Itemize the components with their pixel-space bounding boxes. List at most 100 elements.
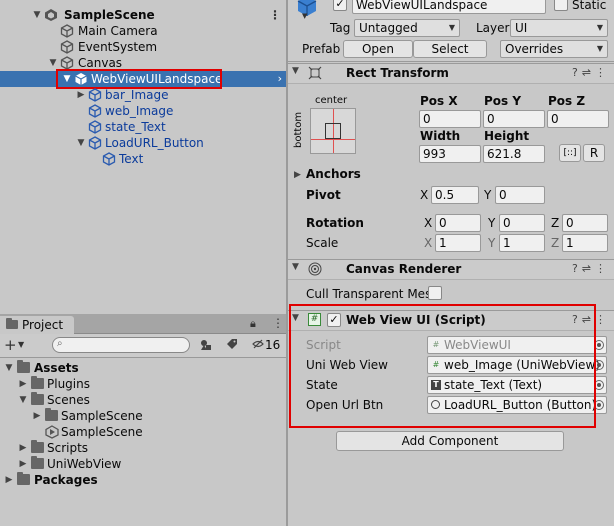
scale-y-label: Y <box>488 236 496 250</box>
scene-row[interactable]: ▼ SampleScene ⋮ <box>0 7 286 23</box>
width-field[interactable]: 993 <box>419 145 481 163</box>
prefab-select-button[interactable]: Select <box>413 40 487 58</box>
project-item-assets[interactable]: ▼ Assets <box>0 360 286 376</box>
expand-arrow-icon[interactable]: ▼ <box>18 392 28 408</box>
anchors-label[interactable]: Anchors <box>306 166 361 182</box>
panel-menu-icon[interactable]: ⋮ <box>272 316 284 330</box>
project-item-label: Scripts <box>47 441 89 455</box>
lock-icon[interactable]: 🔒︎ <box>250 317 256 331</box>
object-name-field[interactable]: WebViewUILandspace <box>352 0 546 14</box>
hierarchy-panel: ▼ SampleScene ⋮ Main Camera EventSystem … <box>0 0 286 312</box>
hidden-packages-icon[interactable] <box>252 338 264 350</box>
project-panel: Project 🔒︎ ⋮ + ▼ ⌕ 16 ▼ Assets ▶ Plugins… <box>0 314 286 526</box>
canvas-renderer-header[interactable]: ▼ Canvas Renderer ?⇌⋮ <box>288 259 614 280</box>
pivot-x-field[interactable]: 0.5 <box>431 186 479 204</box>
search-icon: ⌕ <box>57 338 63 349</box>
hierarchy-item-eventsystem[interactable]: EventSystem <box>0 39 286 55</box>
hierarchy-item-label: bar_Image <box>105 88 169 102</box>
collapse-arrow-icon[interactable]: ▶ <box>4 472 14 488</box>
rotation-label: Rotation <box>306 216 364 230</box>
tab-label: Project <box>22 318 64 332</box>
project-item-label: SampleScene <box>61 409 143 423</box>
component-header-icons[interactable]: ?⇌⋮ <box>572 262 610 275</box>
collapse-arrow-icon[interactable]: ▶ <box>18 456 28 472</box>
scale-z-field[interactable]: 1 <box>562 234 608 252</box>
plus-icon[interactable]: + <box>4 336 17 354</box>
scale-y-field[interactable]: 1 <box>499 234 545 252</box>
hierarchy-item-text[interactable]: Text <box>0 151 286 167</box>
label-tag-icon[interactable] <box>226 338 238 350</box>
highlight-box <box>289 304 596 428</box>
tab-project[interactable]: Project <box>0 316 74 334</box>
filter-by-type-icon[interactable] <box>200 339 212 351</box>
rot-z-field[interactable]: 0 <box>562 214 608 232</box>
scale-x-field[interactable]: 1 <box>435 234 481 252</box>
hierarchy-item-label: state_Text <box>105 120 166 134</box>
folder-icon <box>17 360 30 373</box>
hierarchy-item-label: EventSystem <box>78 40 158 54</box>
canvas-renderer-icon <box>308 262 322 276</box>
gameobject-icon <box>60 56 74 70</box>
hierarchy-item-label: Main Camera <box>78 24 158 38</box>
layer-dropdown[interactable]: UI ▼ <box>510 19 608 37</box>
prefab-open-button[interactable]: Open <box>343 40 413 58</box>
expand-arrow-icon[interactable]: ▼ <box>32 7 42 23</box>
rot-y-field[interactable]: 0 <box>499 214 545 232</box>
project-item-plugins[interactable]: ▶ Plugins <box>0 376 286 392</box>
hierarchy-item-web-image[interactable]: web_Image <box>0 103 286 119</box>
search-input[interactable]: ⌕ <box>52 337 190 353</box>
hidden-count: 16 <box>265 338 281 352</box>
component-header-icons[interactable]: ?⇌⋮ <box>572 66 610 79</box>
folder-icon <box>45 408 58 421</box>
tag-dropdown[interactable]: Untagged ▼ <box>354 19 460 37</box>
hierarchy-item-loadurl-button[interactable]: ▼ LoadURL_Button <box>0 135 286 151</box>
pivot-x-label: X <box>420 188 429 202</box>
anchor-presets-button[interactable] <box>310 108 356 154</box>
canvas-renderer-title: Canvas Renderer <box>346 262 462 276</box>
hierarchy-item-main-camera[interactable]: Main Camera <box>0 23 286 39</box>
gameobject-cube-icon[interactable]: ▼ <box>296 0 318 20</box>
active-checkbox[interactable]: ✓ <box>333 0 347 11</box>
pivot-y-field[interactable]: 0 <box>495 186 545 204</box>
posz-field[interactable]: 0 <box>547 110 609 128</box>
project-item-scripts[interactable]: ▶ Scripts <box>0 440 286 456</box>
hierarchy-item-bar-image[interactable]: ▶ bar_Image <box>0 87 286 103</box>
project-tabbar: Project 🔒︎ ⋮ <box>0 314 286 334</box>
collapse-arrow-icon[interactable]: ▶ <box>76 87 86 103</box>
prefab-cube-icon <box>88 136 102 150</box>
blueprint-mode-button[interactable]: [::] <box>559 144 581 162</box>
posy-field[interactable]: 0 <box>483 110 545 128</box>
cull-transparent-checkbox[interactable] <box>428 286 442 300</box>
static-checkbox[interactable] <box>554 0 568 11</box>
hierarchy-item-state-text[interactable]: state_Text <box>0 119 286 135</box>
rect-transform-header[interactable]: ▼ Rect Transform ?⇌⋮ <box>288 63 614 84</box>
width-label: Width <box>420 129 461 143</box>
posx-field[interactable]: 0 <box>419 110 481 128</box>
expand-arrow-icon[interactable]: ▼ <box>76 135 86 151</box>
scene-menu-icon[interactable]: ⋮ <box>269 7 281 23</box>
overrides-dropdown[interactable]: Overrides ▼ <box>500 40 608 58</box>
tag-label: Tag <box>330 21 351 35</box>
expand-arrow-icon[interactable]: ▼ <box>292 66 299 76</box>
collapse-arrow-icon[interactable]: ▶ <box>18 376 28 392</box>
project-item-packages[interactable]: ▶ Packages <box>0 472 286 488</box>
posz-label: Pos Z <box>548 94 586 108</box>
collapse-arrow-icon[interactable]: ▶ <box>294 167 301 183</box>
expand-arrow-icon[interactable]: ▼ <box>292 262 299 272</box>
collapse-arrow-icon[interactable]: ▶ <box>18 440 28 456</box>
expand-arrow-icon[interactable]: ▼ <box>4 360 14 376</box>
project-item-samplescene-folder[interactable]: ▶ SampleScene <box>0 408 286 424</box>
height-field[interactable]: 621.8 <box>483 145 545 163</box>
collapse-arrow-icon[interactable]: ▶ <box>32 408 42 424</box>
chevron-down-icon[interactable]: ▼ <box>18 340 24 349</box>
raw-edit-button[interactable]: R <box>583 144 605 162</box>
project-item-label: Packages <box>34 473 98 487</box>
project-item-samplescene-file[interactable]: SampleScene <box>0 424 286 440</box>
add-component-button[interactable]: Add Component <box>336 431 564 451</box>
scale-x-label: X <box>424 236 433 250</box>
tag-value: Untagged <box>359 21 418 35</box>
project-item-scenes[interactable]: ▼ Scenes <box>0 392 286 408</box>
rot-x-field[interactable]: 0 <box>435 214 481 232</box>
chevron-right-icon[interactable]: › <box>278 71 282 87</box>
project-item-uniwebview[interactable]: ▶ UniWebView <box>0 456 286 472</box>
